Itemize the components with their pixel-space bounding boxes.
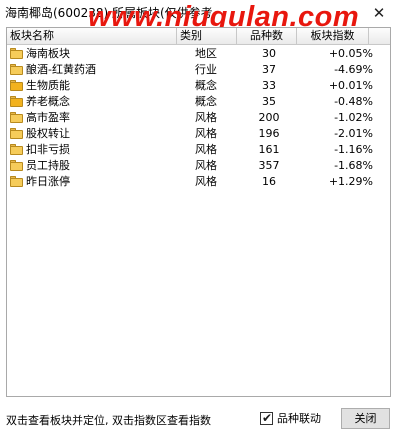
table-row[interactable]: 高市盈率 风格 200 -1.02% [7, 110, 390, 125]
table-row[interactable]: 股权转让 风格 196 -2.01% [7, 126, 390, 141]
table-row[interactable]: 养老概念 概念 35 -0.48% [7, 94, 390, 109]
board-count: 357 [258, 159, 280, 172]
board-index[interactable]: -1.68% [305, 158, 373, 173]
board-name: 股权转让 [26, 127, 70, 140]
column-header-category[interactable]: 类别 [177, 28, 237, 45]
board-list[interactable]: 板块名称 类别 品种数 板块指数 海南板块 地区 30 +0.05% 酿酒-红黄… [6, 27, 391, 397]
board-count: 161 [258, 143, 280, 156]
folder-icon [10, 112, 23, 123]
board-count: 37 [262, 63, 276, 76]
board-count: 30 [262, 47, 276, 60]
hint-text: 双击查看板块并定位, 双击指数区查看指数 [6, 414, 211, 427]
board-category: 地区 [195, 47, 217, 60]
board-name: 海南板块 [26, 47, 70, 60]
board-name: 生物质能 [26, 79, 70, 92]
folder-filled-icon [10, 80, 23, 91]
board-name: 员工持股 [26, 159, 70, 172]
table-header: 板块名称 类别 品种数 板块指数 [7, 28, 390, 45]
board-name: 昨日涨停 [26, 175, 70, 188]
board-category: 风格 [195, 111, 217, 124]
board-name: 高市盈率 [26, 111, 70, 124]
board-category: 概念 [195, 79, 217, 92]
board-category: 风格 [195, 127, 217, 140]
table-row[interactable]: 扣非亏损 风格 161 -1.16% [7, 142, 390, 157]
checkbox-box[interactable]: ✔ [260, 411, 273, 425]
board-index[interactable]: -1.16% [305, 142, 373, 157]
board-category: 风格 [195, 175, 217, 188]
title-bar: 海南椰岛(600238) 所属板块(仅供参考 www.niugulan.com … [0, 0, 396, 33]
table-row[interactable]: 昨日涨停 风格 16 +1.29% [7, 174, 390, 189]
column-header-index[interactable]: 板块指数 [297, 28, 369, 45]
board-count: 200 [258, 111, 280, 124]
board-category: 概念 [195, 95, 217, 108]
board-index[interactable]: +1.29% [305, 174, 373, 189]
board-index[interactable]: -2.01% [305, 126, 373, 141]
table-row[interactable]: 生物质能 概念 33 +0.01% [7, 78, 390, 93]
board-category: 风格 [195, 143, 217, 156]
checkbox-label[interactable]: 品种联动 [277, 411, 321, 426]
board-count: 196 [258, 127, 280, 140]
folder-icon [10, 64, 23, 75]
board-name: 酿酒-红黄药酒 [26, 63, 96, 76]
board-index[interactable]: +0.01% [305, 78, 373, 93]
window-close-icon[interactable]: ✕ [370, 4, 388, 22]
board-index[interactable]: -1.02% [305, 110, 373, 125]
board-index[interactable]: -0.48% [305, 94, 373, 109]
board-count: 33 [262, 79, 276, 92]
folder-icon [10, 128, 23, 139]
column-header-count[interactable]: 品种数 [237, 28, 297, 45]
folder-icon [10, 160, 23, 171]
board-name: 扣非亏损 [26, 143, 70, 156]
board-count: 35 [262, 95, 276, 108]
close-button[interactable]: 关闭 [341, 408, 390, 429]
folder-filled-icon [10, 96, 23, 107]
board-count: 16 [262, 175, 276, 188]
board-index[interactable]: -4.69% [305, 62, 373, 77]
board-category: 行业 [195, 63, 217, 76]
folder-icon [10, 144, 23, 155]
folder-icon [10, 48, 23, 59]
table-row[interactable]: 酿酒-红黄药酒 行业 37 -4.69% [7, 62, 390, 77]
checkmark-icon: ✔ [262, 411, 273, 425]
table-row[interactable]: 海南板块 地区 30 +0.05% [7, 46, 390, 61]
board-category: 风格 [195, 159, 217, 172]
table-row[interactable]: 员工持股 风格 357 -1.68% [7, 158, 390, 173]
board-index[interactable]: +0.05% [305, 46, 373, 61]
board-name: 养老概念 [26, 95, 70, 108]
folder-icon [10, 176, 23, 187]
column-header-name[interactable]: 板块名称 [7, 28, 177, 45]
